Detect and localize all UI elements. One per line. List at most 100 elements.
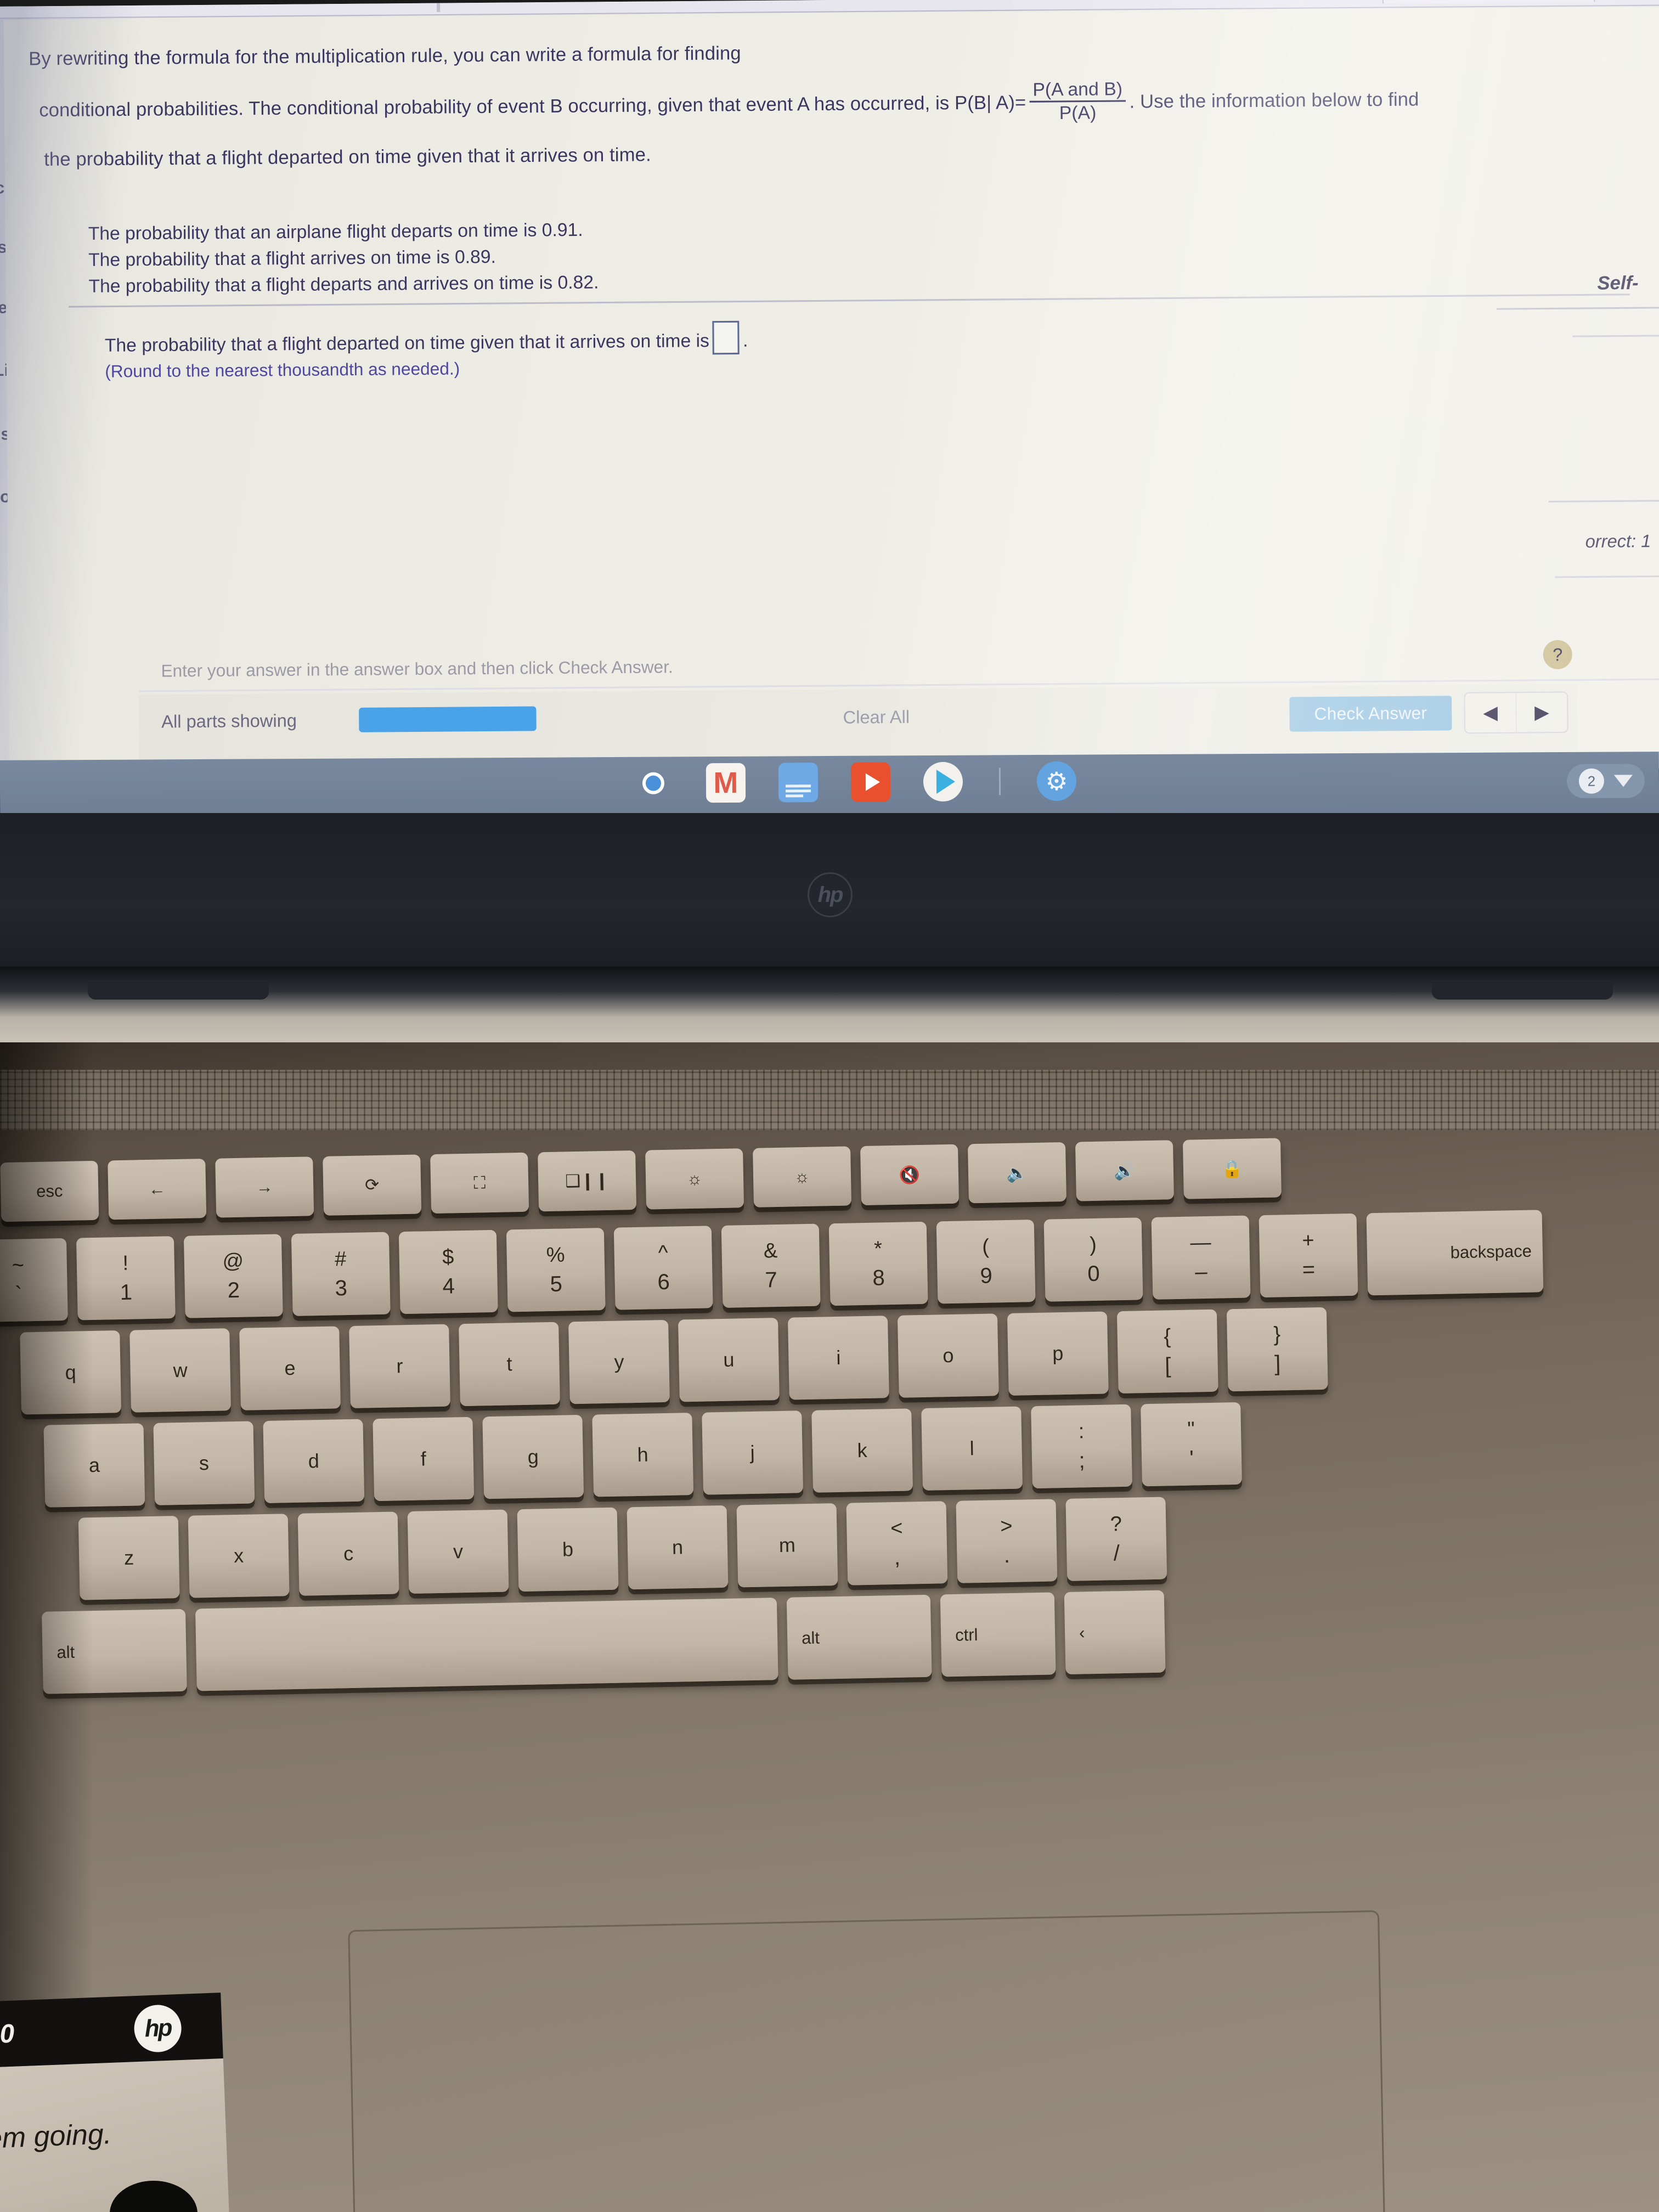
keyboard-number-row: ~`!1@2#3$4%5^6&7*8(9)0—–+=backspace xyxy=(0,1210,1544,1323)
key-e[interactable]: e xyxy=(239,1326,341,1410)
ctrl-right-key[interactable]: ctrl xyxy=(940,1592,1056,1677)
key-o[interactable]: o xyxy=(897,1313,999,1398)
self-check-label[interactable]: Self- xyxy=(1597,272,1638,294)
key-j[interactable]: j xyxy=(702,1410,804,1495)
key-f[interactable]: f xyxy=(373,1417,475,1502)
key-w[interactable]: w xyxy=(129,1328,232,1413)
back-key[interactable]: ← xyxy=(108,1159,207,1220)
key-g[interactable]: g xyxy=(482,1414,584,1499)
trackpad[interactable] xyxy=(348,1910,1386,2212)
nine-key[interactable]: (9 xyxy=(936,1220,1036,1304)
key-m[interactable]: m xyxy=(736,1503,838,1588)
key-h[interactable]: h xyxy=(592,1413,694,1497)
three-key[interactable]: #3 xyxy=(291,1232,391,1316)
six-key[interactable]: ^ 6 xyxy=(613,1226,713,1310)
key-s[interactable]: s xyxy=(153,1421,255,1505)
volume-up-key[interactable]: 🔊 xyxy=(1075,1140,1174,1201)
slash-key[interactable]: ? / xyxy=(1065,1497,1167,1581)
keyboard-modifier-row: altaltctrl‹ xyxy=(42,1590,1166,1694)
progress-bar xyxy=(359,706,537,732)
left-arrow-key[interactable]: ‹ xyxy=(1064,1590,1166,1675)
seven-key[interactable]: & 7 xyxy=(721,1223,821,1308)
key-u[interactable]: u xyxy=(678,1318,780,1402)
reload-key[interactable]: ⟳ xyxy=(323,1154,422,1216)
key-i[interactable]: i xyxy=(787,1316,889,1400)
question-line-1: By rewriting the formula for the multipl… xyxy=(29,42,741,70)
space-key[interactable] xyxy=(195,1598,778,1691)
correct-count-label: orrect: 1 xyxy=(1585,531,1651,552)
key-y[interactable]: y xyxy=(568,1319,670,1404)
key-x[interactable]: x xyxy=(188,1514,290,1598)
previous-part-button[interactable]: ◀ xyxy=(1465,693,1517,733)
key-z[interactable]: z xyxy=(78,1516,180,1600)
fullscreen-key[interactable]: ⛶ xyxy=(430,1152,529,1214)
key-t[interactable]: t xyxy=(459,1322,560,1407)
key-p[interactable]: p xyxy=(1007,1311,1109,1396)
laptop-keyboard: esc←→⟳⛶❑❙❙☼☼🔇🔈🔊🔒 ~`!1@2#3$4%5^6&7*8(9)0—… xyxy=(0,1130,1659,1832)
two-key[interactable]: @2 xyxy=(183,1234,283,1318)
alt-right-key[interactable]: alt xyxy=(786,1594,932,1680)
status-tray[interactable]: 2 xyxy=(1566,764,1645,798)
settings-icon[interactable]: ⚙ xyxy=(1036,761,1077,802)
question-line-2-suffix: . Use the information below to find xyxy=(1129,89,1419,113)
key-d[interactable]: d xyxy=(263,1419,365,1504)
play-store-icon[interactable] xyxy=(923,761,963,802)
keyboard-bottom-letter-row: z x c v b n m <, >.? / xyxy=(78,1497,1167,1600)
backspace-key[interactable]: backspace xyxy=(1366,1210,1544,1296)
shelf-divider xyxy=(998,768,1001,795)
hp-logo: hp xyxy=(808,872,853,917)
quote-key[interactable]: " ' xyxy=(1141,1402,1242,1487)
left-bracket-key[interactable]: {[ xyxy=(1116,1309,1218,1394)
chromeos-shelf: M ⚙ 2 xyxy=(0,752,1659,822)
fraction-numerator: P(A and B) xyxy=(1032,78,1123,100)
volume-down-key[interactable]: 🔈 xyxy=(967,1142,1066,1204)
four-key[interactable]: $4 xyxy=(398,1229,498,1314)
question-card: By rewriting the formula for the multipl… xyxy=(3,7,1659,770)
fraction-denominator: P(A) xyxy=(1029,100,1126,125)
gmail-icon[interactable]: M xyxy=(706,763,746,803)
note-number: 60 xyxy=(0,2019,15,2050)
chromebook-screen: s urces ess ccess a Library ons Tools By… xyxy=(0,0,1659,782)
answer-input-box[interactable] xyxy=(712,320,740,355)
conditional-probability-fraction: P(A and B) P(A) xyxy=(1029,78,1126,125)
period-key[interactable]: >. xyxy=(956,1499,1058,1583)
eight-key[interactable]: * 8 xyxy=(828,1221,928,1306)
overview-key[interactable]: ❑❙❙ xyxy=(538,1150,637,1212)
key-r[interactable]: r xyxy=(349,1324,450,1409)
minus-key[interactable]: — – xyxy=(1151,1215,1251,1300)
semicolon-key[interactable]: :; xyxy=(1031,1404,1132,1489)
zero-key[interactable]: ) 0 xyxy=(1043,1217,1143,1302)
key-l[interactable]: l xyxy=(921,1406,1023,1491)
answer-hint: Enter your answer in the answer box and … xyxy=(161,657,673,681)
equals-key[interactable]: + = xyxy=(1259,1213,1358,1298)
check-answer-button[interactable]: Check Answer xyxy=(1289,696,1452,732)
keyboard-top-letter-row: qwertyuiop{[}] xyxy=(20,1307,1328,1415)
brightness-down-key[interactable]: ☼ xyxy=(645,1148,744,1210)
key-n[interactable]: n xyxy=(627,1505,729,1590)
youtube-icon[interactable] xyxy=(850,762,891,802)
right-bracket-key[interactable]: }] xyxy=(1226,1307,1328,1392)
given-item-2: The probability that a flight departs an… xyxy=(88,271,599,296)
key-b[interactable]: b xyxy=(517,1507,619,1592)
notification-badge[interactable]: 2 xyxy=(1578,768,1605,794)
mute-key[interactable]: 🔇 xyxy=(860,1144,960,1206)
help-icon[interactable]: ? xyxy=(1543,640,1572,669)
key-k[interactable]: k xyxy=(811,1408,913,1493)
brightness-up-key[interactable]: ☼ xyxy=(753,1146,852,1207)
docs-icon[interactable] xyxy=(778,763,819,803)
browser-divider xyxy=(436,0,441,12)
part-navigation: ◀ ▶ xyxy=(1464,691,1568,734)
next-part-button[interactable]: ▶ xyxy=(1516,692,1567,732)
speaker-grille xyxy=(0,1070,1659,1130)
forward-key[interactable]: → xyxy=(215,1156,314,1218)
chrome-icon[interactable] xyxy=(634,763,673,803)
comma-key[interactable]: <, xyxy=(846,1501,948,1585)
lock-key[interactable]: 🔒 xyxy=(1182,1138,1282,1199)
all-parts-showing-label: All parts showing xyxy=(161,710,297,732)
note-dark-band: 60 xyxy=(0,1993,223,2068)
key-c[interactable]: c xyxy=(297,1511,399,1596)
key-v[interactable]: v xyxy=(407,1509,509,1594)
shelf-status-area[interactable]: 2 xyxy=(1566,764,1645,798)
clear-all-button[interactable]: Clear All xyxy=(843,707,910,728)
five-key[interactable]: % 5 xyxy=(506,1228,606,1312)
